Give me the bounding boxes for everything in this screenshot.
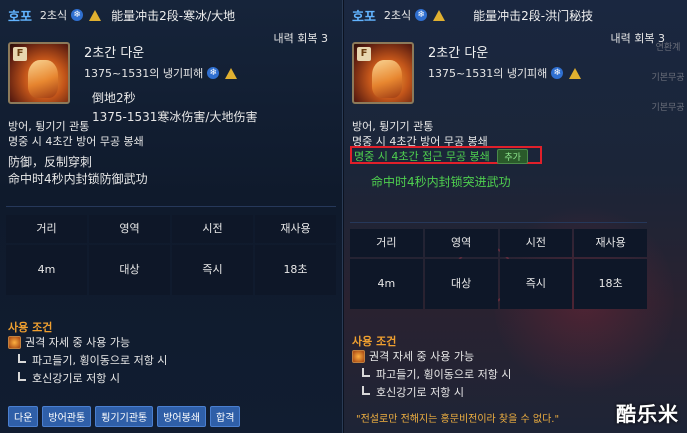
hotkey-f-icon: F — [13, 47, 27, 61]
stat-header-cooldown: 재사용 — [574, 229, 647, 257]
fist-icon — [28, 60, 58, 98]
frost-icon: ❄ — [551, 67, 564, 79]
stat-value-range: 4m — [350, 259, 423, 309]
right-cond-title: 사용 조건 — [352, 335, 397, 348]
left-cond-main: 권격 자세 중 사용 가능 — [8, 334, 130, 350]
right-desc3: 명중 시 4초간 접근 무공 봉쇄 — [354, 150, 490, 163]
frost-icon: ❄ — [415, 9, 428, 21]
frost-icon: ❄ — [71, 9, 84, 21]
earth-icon — [225, 67, 238, 79]
stat-value-area: 대상 — [89, 245, 170, 295]
left-tags: 다운 방어관통 튕기기관통 방어봉쇄 합격 — [8, 406, 241, 427]
tag-guard-seal: 방어봉쇄 — [157, 406, 207, 427]
left-desc1: 방어, 튕기기 관통 — [8, 120, 90, 133]
left-down: 2초간 다운 — [84, 46, 145, 61]
earth-icon — [569, 67, 582, 79]
right-damage-row: 1375~1531의 냉기피해 ❄ — [428, 65, 582, 81]
right-down: 2초간 다운 — [428, 46, 489, 61]
right-damage: 1375~1531의 냉기피해 — [428, 67, 548, 80]
left-skill-info: 2초간 다운 1375~1531의 냉기피해 ❄ 倒地2秒 1375-1531寒… — [84, 42, 257, 125]
stat-header-area: 영역 — [424, 229, 498, 257]
right-cond-sub2: 호신강기로 저항 시 — [362, 384, 464, 400]
left-cn-title: 能量冲击2段-寒冰/大地 — [111, 8, 236, 23]
fist-icon — [372, 60, 402, 98]
right-header: 호포 2초식 ❄ 能量冲击2段-洪门秘技 — [352, 6, 679, 25]
right-stats-table: 거리 영역 시전 재사용 4m 대상 즉시 18초 — [350, 229, 647, 309]
stat-value-cast: 즉시 — [499, 259, 573, 309]
left-cn-down: 倒地2秒 — [92, 91, 136, 105]
left-cond-title: 사용 조건 — [8, 321, 53, 334]
right-cn-title: 能量冲击2段-洪门秘技 — [473, 8, 594, 23]
left-damage-row: 1375~1531의 냉기피해 ❄ — [84, 65, 257, 81]
left-cn-damage: 1375-1531寒冰伤害/大地伤害 — [92, 110, 258, 124]
stat-value-cooldown: 18초 — [255, 245, 336, 295]
stat-value-cooldown: 18초 — [574, 259, 647, 309]
right-skill-icon: F — [352, 42, 414, 104]
stat-header-cast: 시전 — [172, 215, 253, 243]
right-cond-main-text: 권격 자세 중 사용 가능 — [369, 350, 475, 363]
left-skill-tooltip: 호포 2초식 ❄ 能量冲击2段-寒冰/大地 내력 회복 3 F 2초간 다운 1… — [0, 0, 343, 433]
divider — [350, 222, 647, 223]
hotkey-f-icon: F — [357, 47, 371, 61]
right-cn-desc: 命中时4秒内封锁突进武功 — [371, 175, 511, 189]
side-label-1: 기본무공 — [651, 73, 685, 83]
left-cond-sub1: 파고들기, 횡이동으로 저항 시 — [18, 352, 167, 368]
right-stage: 2초식 — [383, 9, 412, 22]
divider — [6, 206, 336, 207]
left-header: 호포 2초식 ❄ 能量冲击2段-寒冰/大地 — [8, 6, 334, 25]
stance-icon — [352, 349, 365, 363]
tag-guard-pierce: 방어관통 — [42, 406, 92, 427]
added-badge: 추가 — [497, 149, 528, 164]
stat-value-area: 대상 — [424, 259, 498, 309]
left-damage: 1375~1531의 냉기피해 — [84, 67, 204, 80]
left-stage: 2초식 — [39, 9, 68, 22]
stat-header-cast: 시전 — [499, 229, 573, 257]
right-skill-info: 2초간 다운 1375~1531의 냉기피해 ❄ — [428, 42, 582, 81]
stance-icon — [8, 335, 21, 349]
stat-value-range: 4m — [6, 245, 87, 295]
left-cn-desc2: 命中时4秒内封锁防御武功 — [8, 172, 148, 186]
right-cond-sub1: 파고들기, 횡이동으로 저항 시 — [362, 366, 511, 382]
right-quote: "전설로만 전해지는 홍문비전이라 찾을 수 없다." — [356, 414, 560, 425]
earth-icon — [433, 9, 446, 21]
frost-icon: ❄ — [207, 67, 220, 79]
right-desc3-row: 명중 시 4초간 접근 무공 봉쇄 추가 — [354, 148, 528, 164]
stat-header-range: 거리 — [350, 229, 423, 257]
left-cond-main-text: 권격 자세 중 사용 가능 — [25, 336, 131, 349]
side-label-2: 기본무공 — [651, 103, 685, 113]
left-stats-table: 거리 영역 시전 재사용 4m 대상 즉시 18초 — [6, 215, 336, 295]
tag-down: 다운 — [8, 406, 39, 427]
stat-header-area: 영역 — [89, 215, 170, 243]
right-desc1: 방어, 튕기기 관통 — [352, 120, 434, 133]
stat-header-range: 거리 — [6, 215, 87, 243]
left-skill-name: 호포 — [8, 9, 32, 25]
tag-parry-pierce: 튕기기관통 — [95, 406, 154, 427]
left-mp-recovery: 내력 회복 3 — [273, 32, 328, 45]
stat-header-cooldown: 재사용 — [255, 215, 336, 243]
earth-icon — [89, 9, 102, 21]
right-skill-tooltip: 호포 2초식 ❄ 能量冲击2段-洪门秘技 내력 회복 3 F 2초간 다운 13… — [344, 0, 687, 433]
left-cond-sub2: 호신강기로 저항 시 — [18, 370, 120, 386]
stat-value-cast: 즉시 — [172, 245, 253, 295]
site-watermark: 酷乐米 — [616, 402, 679, 426]
right-skill-name: 호포 — [352, 9, 376, 25]
left-skill-icon: F — [8, 42, 70, 104]
left-cn-desc1: 防御，反制穿刺 — [8, 155, 93, 169]
tag-combo: 합격 — [210, 406, 241, 427]
side-label-3: 연환계 — [655, 43, 681, 53]
right-cond-main: 권격 자세 중 사용 가능 — [352, 348, 474, 364]
left-desc2: 명중 시 4초간 방어 무공 봉쇄 — [8, 135, 144, 148]
